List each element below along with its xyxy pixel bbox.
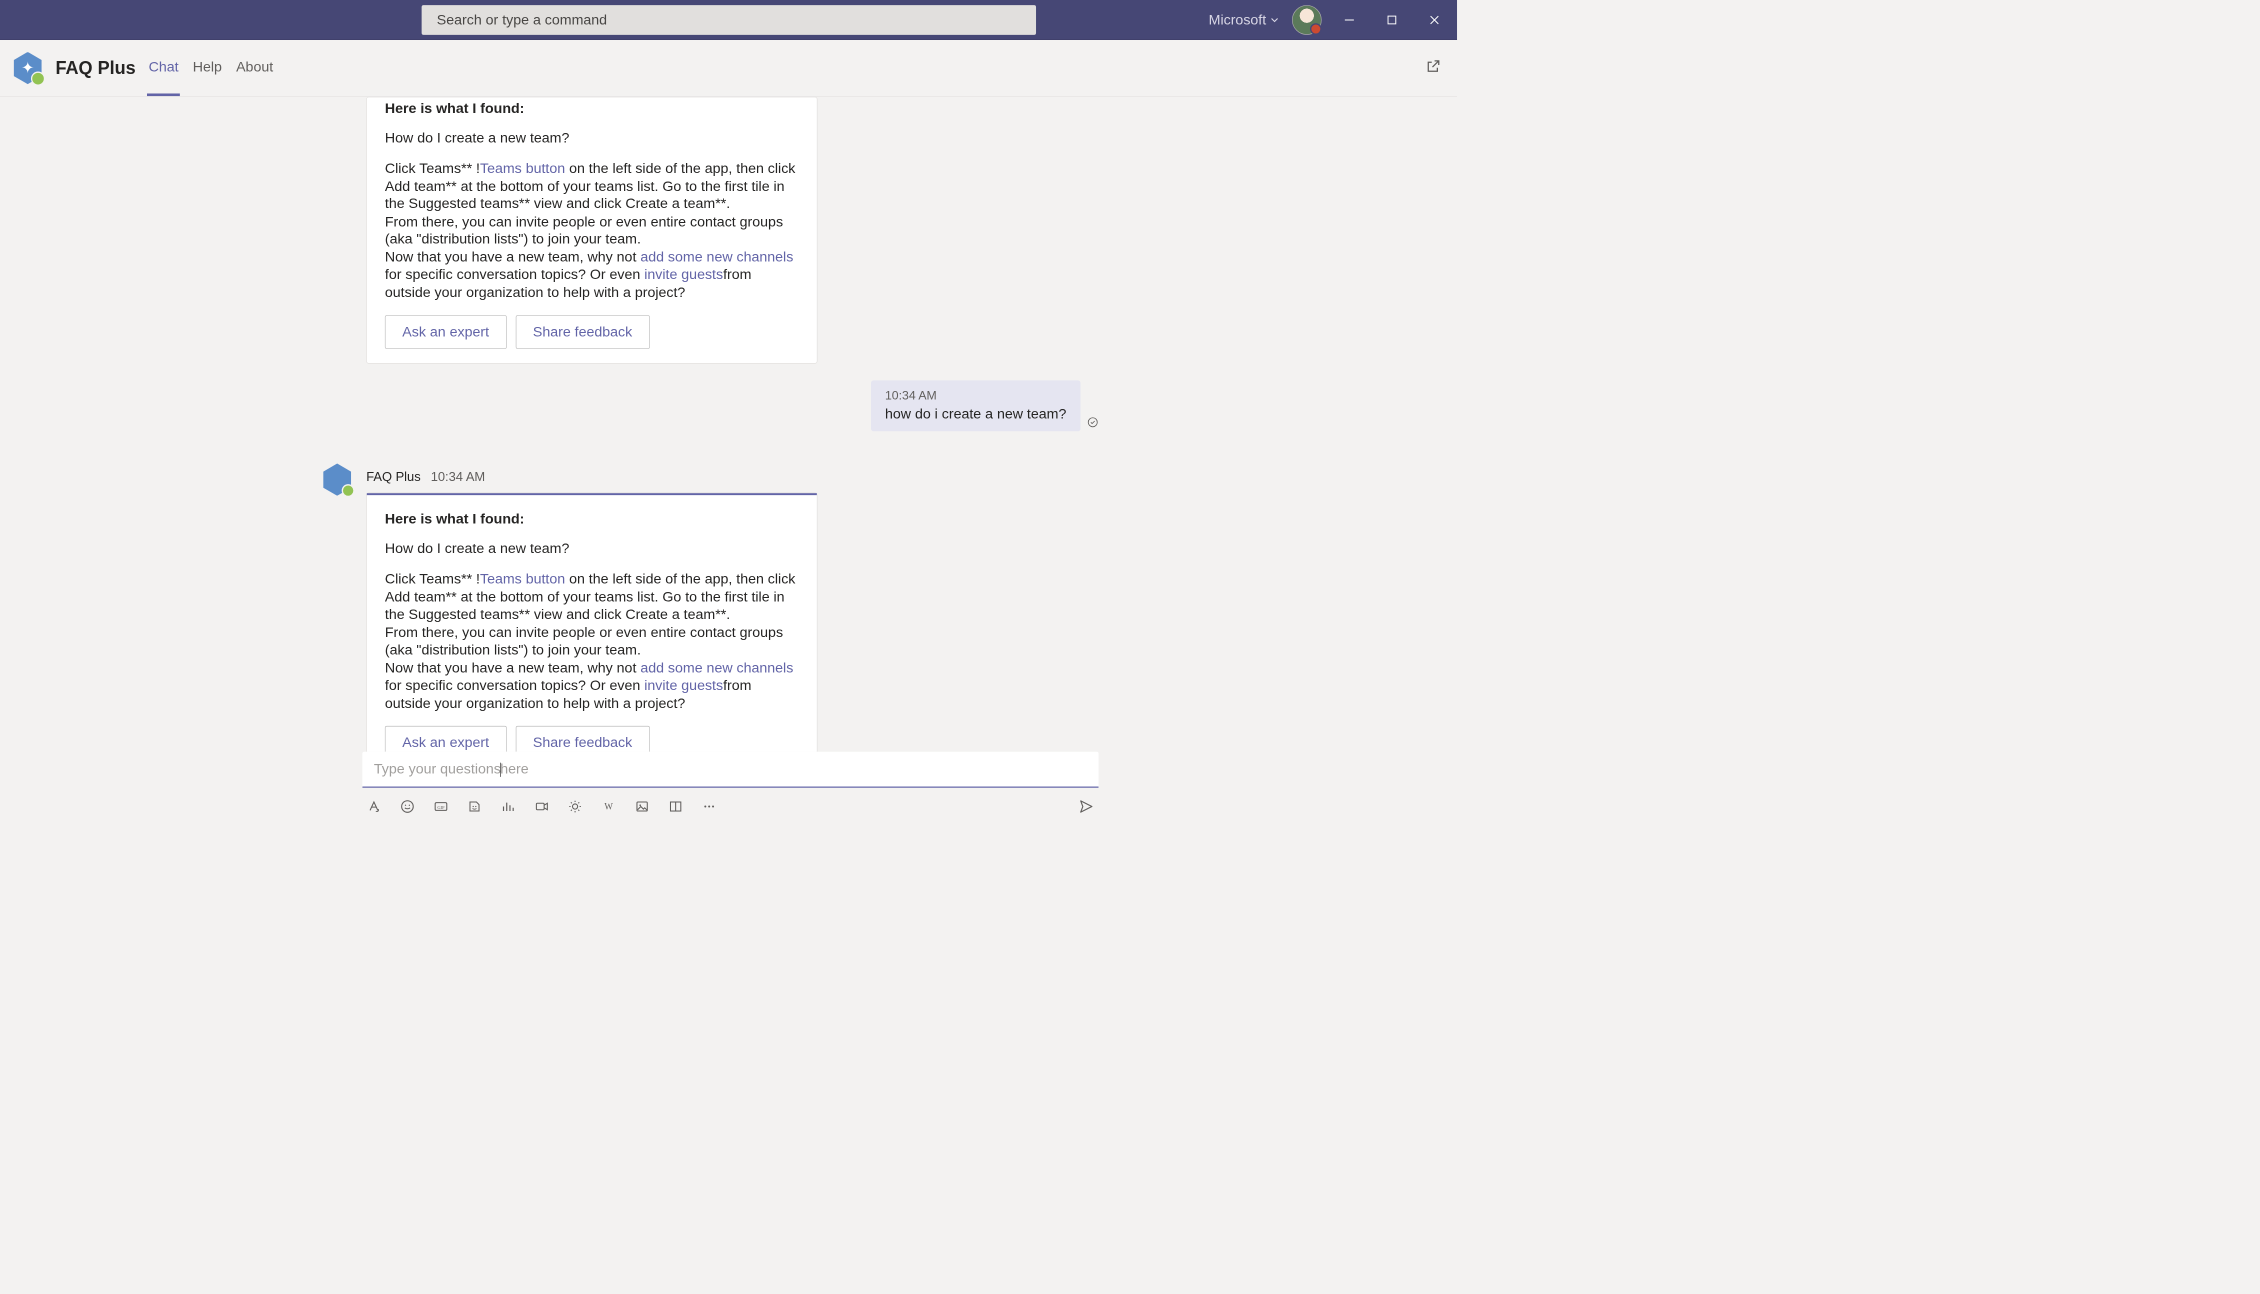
share-feedback-button[interactable]: Share feedback xyxy=(515,726,649,752)
bot-name: FAQ Plus xyxy=(366,470,420,484)
window-minimize-button[interactable] xyxy=(1335,5,1365,35)
user-message: 10:34 AM how do i create a new team? xyxy=(0,380,1457,431)
composer-placeholder-right: here xyxy=(500,761,528,777)
emoji-icon[interactable] xyxy=(400,799,415,814)
message-text: how do i create a new team? xyxy=(885,406,1066,423)
svg-text:GIF: GIF xyxy=(437,805,445,810)
window-maximize-button[interactable] xyxy=(1377,5,1407,35)
user-avatar[interactable] xyxy=(1292,5,1322,35)
message-input[interactable]: Type your questionshere xyxy=(362,752,1098,788)
composer-placeholder-left: Type your questions xyxy=(374,761,501,777)
tab-about[interactable]: About xyxy=(235,40,275,95)
ask-expert-button[interactable]: Ask an expert xyxy=(385,315,507,349)
card-body: Click Teams** !Teams button on the left … xyxy=(385,570,799,712)
card-body: Click Teams** !Teams button on the left … xyxy=(385,159,799,301)
stream-icon[interactable] xyxy=(534,799,549,814)
link-teams-button[interactable]: Teams button xyxy=(480,571,565,587)
card-heading: Here is what I found: xyxy=(385,511,799,528)
bot-card: Here is what I found: How do I create a … xyxy=(366,493,817,752)
message-time: 10:34 AM xyxy=(885,389,1066,403)
read-receipt-icon xyxy=(1087,416,1099,431)
org-label: Microsoft xyxy=(1209,11,1267,28)
search-placeholder: Search or type a command xyxy=(437,11,607,28)
svg-text:W: W xyxy=(604,802,613,812)
link-add-channels[interactable]: add some new channels xyxy=(640,659,793,675)
link-teams-button[interactable]: Teams button xyxy=(480,160,565,176)
send-button[interactable] xyxy=(1078,798,1095,815)
more-icon[interactable] xyxy=(701,799,716,814)
titlebar: Search or type a command Microsoft xyxy=(0,0,1457,40)
app-logo-icon: ✦ xyxy=(12,52,44,84)
format-icon[interactable] xyxy=(366,799,381,814)
sticker-icon[interactable] xyxy=(467,799,482,814)
link-invite-guests[interactable]: invite guests xyxy=(644,266,723,282)
gif-icon[interactable]: GIF xyxy=(433,799,448,814)
card-question: How do I create a new team? xyxy=(385,130,799,147)
window-close-button[interactable] xyxy=(1420,5,1450,35)
bot-message: FAQ Plus 10:34 AM Here is what I found: … xyxy=(0,448,1457,752)
bot-message: Here is what I found: How do I create a … xyxy=(0,97,1457,364)
poll-icon[interactable] xyxy=(500,799,515,814)
card-question: How do I create a new team? xyxy=(385,540,799,557)
popout-icon[interactable] xyxy=(1425,58,1442,78)
news-icon[interactable] xyxy=(668,799,683,814)
org-dropdown[interactable]: Microsoft xyxy=(1209,11,1279,28)
user-bubble: 10:34 AM how do i create a new team? xyxy=(871,380,1081,431)
chevron-down-icon xyxy=(1270,11,1279,28)
app-tabbar: ✦ FAQ Plus Chat Help About xyxy=(0,40,1457,97)
card-heading: Here is what I found: xyxy=(385,100,799,117)
bot-meta: FAQ Plus 10:34 AM xyxy=(366,464,817,493)
message-time: 10:34 AM xyxy=(431,470,485,484)
tab-help[interactable]: Help xyxy=(191,40,223,95)
ask-expert-button[interactable]: Ask an expert xyxy=(385,726,507,752)
search-input[interactable]: Search or type a command xyxy=(421,5,1035,35)
composer-toolbar: GIF W xyxy=(362,788,1098,815)
link-add-channels[interactable]: add some new channels xyxy=(640,249,793,265)
chat-pane: Here is what I found: How do I create a … xyxy=(0,97,1457,835)
bot-avatar-icon xyxy=(321,464,353,496)
wikipedia-icon[interactable]: W xyxy=(601,799,616,814)
weather-icon[interactable] xyxy=(567,799,582,814)
bot-card: Here is what I found: How do I create a … xyxy=(366,97,817,364)
link-invite-guests[interactable]: invite guests xyxy=(644,677,723,693)
app-title: FAQ Plus xyxy=(55,58,135,79)
share-feedback-button[interactable]: Share feedback xyxy=(515,315,649,349)
composer-area: Type your questionshere GIF W xyxy=(0,752,1457,835)
image-icon[interactable] xyxy=(634,799,649,814)
tab-chat[interactable]: Chat xyxy=(147,40,180,95)
